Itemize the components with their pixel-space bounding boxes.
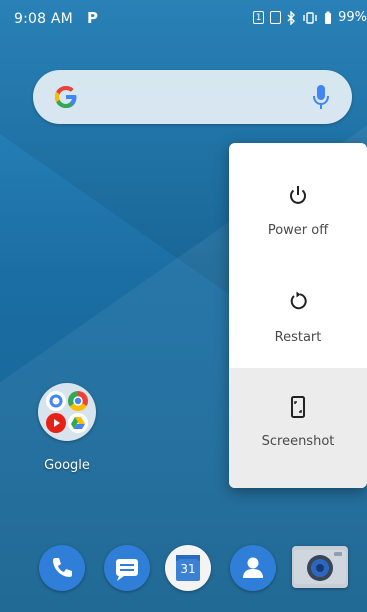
- power-off-button[interactable]: Power off: [229, 143, 367, 251]
- calendar-day: 31: [178, 559, 198, 579]
- battery-icon: [325, 11, 332, 24]
- camera-app[interactable]: [292, 546, 348, 588]
- phone-app[interactable]: [39, 545, 85, 591]
- chrome-icon: [68, 391, 88, 411]
- messages-app[interactable]: [104, 545, 150, 591]
- google-app-icon: [46, 391, 66, 411]
- power-icon: [290, 186, 306, 204]
- restart-label: Restart: [274, 330, 322, 345]
- google-g-icon: [55, 86, 77, 108]
- drive-icon: [68, 413, 88, 433]
- camera-icon: [294, 550, 346, 584]
- battery-percent: 99%: [338, 10, 367, 25]
- mic-icon[interactable]: [312, 83, 330, 111]
- bluetooth-icon: [287, 10, 296, 25]
- notification-p-icon: P: [87, 9, 98, 27]
- vibrate-icon: [303, 11, 317, 24]
- phone-icon: [53, 558, 72, 577]
- contacts-app[interactable]: [230, 545, 276, 591]
- status-time: 9:08 AM: [14, 11, 73, 27]
- contacts-icon: [243, 557, 263, 578]
- folder-label: Google: [44, 458, 90, 473]
- google-folder[interactable]: [38, 383, 96, 441]
- power-off-label: Power off: [267, 223, 329, 238]
- status-icons: 1 99%: [253, 10, 367, 25]
- sd-card-icon: [270, 11, 282, 24]
- power-menu: Power off Restart Screenshot: [229, 143, 367, 488]
- google-search-bar[interactable]: [33, 70, 352, 124]
- screenshot-button[interactable]: Screenshot: [229, 368, 367, 488]
- restart-button[interactable]: Restart: [229, 251, 367, 359]
- sim-icon: 1: [253, 11, 265, 24]
- screenshot-icon: [291, 396, 305, 418]
- youtube-icon: [46, 413, 66, 433]
- screenshot-label: Screenshot: [261, 434, 335, 449]
- calendar-app[interactable]: 31: [165, 545, 211, 591]
- status-bar: 9:08 AM P 1 99%: [0, 0, 367, 40]
- messages-icon: [116, 559, 138, 581]
- restart-icon: [290, 291, 307, 310]
